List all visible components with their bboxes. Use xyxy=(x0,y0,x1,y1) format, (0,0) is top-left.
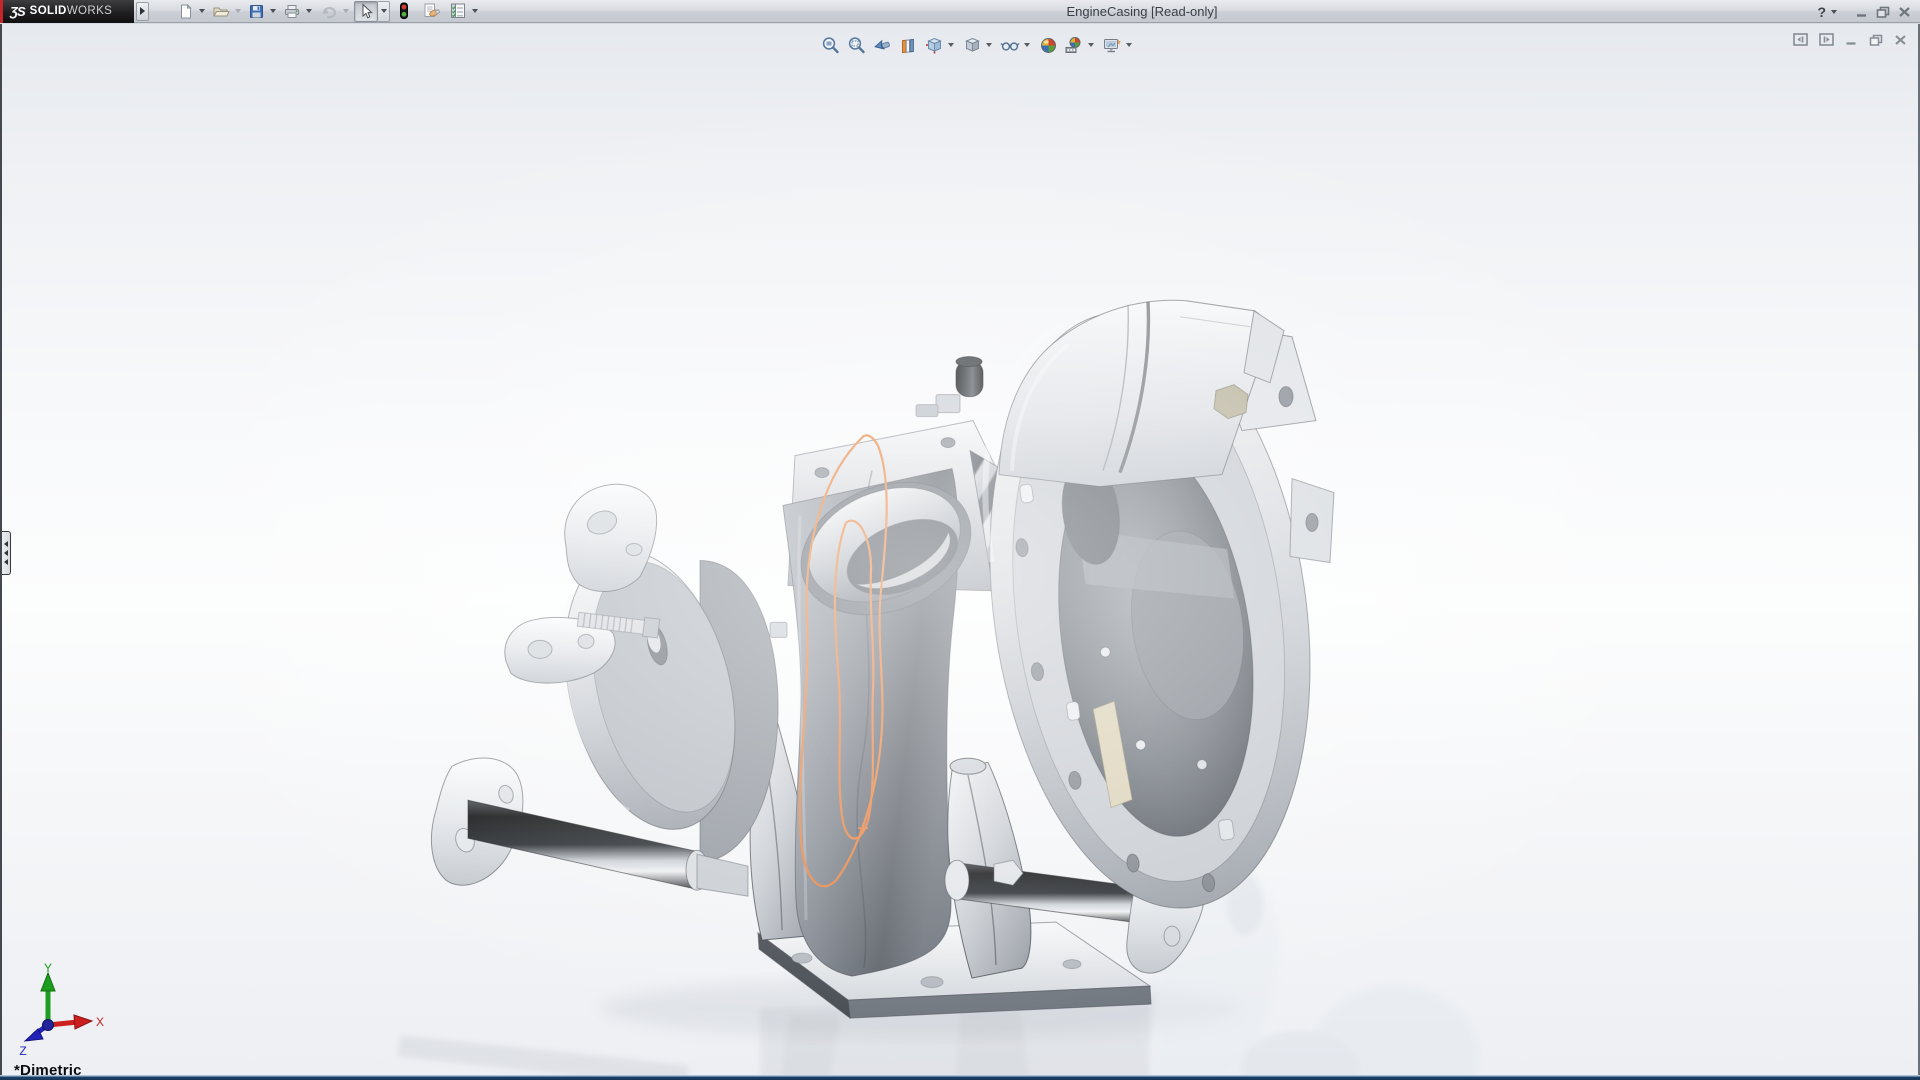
solidworks-window: ƷS SOLID WORKS EngineCasing [Read-only] … xyxy=(0,0,1920,1080)
file-properties-icon xyxy=(424,3,441,17)
previous-view-button[interactable] xyxy=(870,33,894,57)
edit-appearance-button[interactable] xyxy=(1036,33,1060,57)
apply-scene-dropdown-arrow[interactable] xyxy=(1088,43,1094,47)
doc-minimize-button[interactable] xyxy=(1844,33,1859,47)
new-document-icon xyxy=(181,3,192,18)
collapse-left-pane-button[interactable] xyxy=(1792,32,1809,47)
view-orientation-button[interactable] xyxy=(922,33,946,57)
menu-expand-arrow[interactable] xyxy=(136,1,149,21)
zoom-to-fit-icon xyxy=(822,36,839,53)
section-view-icon xyxy=(901,38,914,53)
pane-right-icon xyxy=(1819,33,1834,46)
select-cursor-icon xyxy=(362,2,373,18)
display-style-dropdown-arrow[interactable] xyxy=(986,43,992,47)
options-dropdown-arrow[interactable] xyxy=(472,9,478,13)
help-button[interactable]: ? xyxy=(1816,4,1827,20)
zoom-to-area-button[interactable] xyxy=(844,33,868,57)
restore-button[interactable] xyxy=(1875,5,1891,19)
display-style-button[interactable] xyxy=(960,33,984,57)
feature-tree-collapse-tab[interactable] xyxy=(2,531,11,575)
pane-left-icon xyxy=(1793,33,1808,46)
doc-close-icon xyxy=(1895,34,1906,45)
undo-button[interactable] xyxy=(317,1,340,22)
display-style-icon xyxy=(964,37,980,52)
view-settings-icon xyxy=(1104,38,1121,52)
right-arrow-icon xyxy=(140,7,145,15)
open-folder-icon xyxy=(213,7,230,16)
help-dropdown-arrow[interactable] xyxy=(1831,9,1837,14)
logo-text-light: WORKS xyxy=(66,5,113,17)
new-dropdown-arrow[interactable] xyxy=(199,9,205,13)
new-document-button[interactable] xyxy=(175,1,196,22)
reference-triad: Y X Z xyxy=(19,963,104,1058)
doc-restore-icon xyxy=(1869,34,1883,46)
titlebar-window-controls: ? xyxy=(1816,0,1912,23)
doc-close-button[interactable] xyxy=(1893,33,1908,47)
hide-show-dropdown-arrow[interactable] xyxy=(1024,43,1030,47)
left-arrow-icon xyxy=(4,559,8,565)
triad-x-label: X xyxy=(96,1015,104,1029)
options-checklist-icon xyxy=(451,3,465,18)
zoom-to-area-icon xyxy=(848,36,865,53)
save-floppy-icon xyxy=(250,4,263,18)
left-arrow-icon xyxy=(4,541,8,547)
model-canvas[interactable] xyxy=(2,24,1918,1075)
view-settings-button[interactable] xyxy=(1100,33,1124,57)
close-icon xyxy=(1899,6,1910,17)
solidworks-logo: ƷS SOLID WORKS xyxy=(0,0,134,23)
document-window-controls xyxy=(1792,32,1908,47)
select-dropdown-arrow[interactable] xyxy=(378,0,390,22)
undo-arrow-icon xyxy=(322,6,337,18)
select-button[interactable] xyxy=(354,0,378,22)
view-orientation-dropdown-arrow[interactable] xyxy=(948,43,954,47)
logo-red-stripe xyxy=(0,0,3,23)
print-button[interactable] xyxy=(281,1,303,22)
logo-text-bold: SOLID xyxy=(29,5,67,17)
view-orientation-icon xyxy=(925,37,942,53)
zoom-to-fit-button[interactable] xyxy=(818,33,842,57)
apply-scene-button[interactable] xyxy=(1062,33,1086,57)
expand-right-pane-button[interactable] xyxy=(1818,32,1835,47)
restore-icon xyxy=(1876,6,1890,18)
minimize-icon xyxy=(1857,13,1866,17)
apply-scene-icon xyxy=(1065,36,1081,53)
title-bar: ƷS SOLID WORKS EngineCasing [Read-only] … xyxy=(0,0,1920,23)
standard-toolbar xyxy=(175,0,483,23)
print-dropdown-arrow[interactable] xyxy=(306,9,312,13)
file-properties-button[interactable] xyxy=(420,1,443,22)
window-border-bottom xyxy=(0,1075,1920,1080)
save-button[interactable] xyxy=(246,1,267,22)
window-title: EngineCasing [Read-only] xyxy=(1066,4,1218,19)
previous-view-icon xyxy=(873,39,890,49)
doc-restore-button[interactable] xyxy=(1868,33,1884,47)
logo-mark-icon: ƷS xyxy=(10,3,26,19)
close-button[interactable] xyxy=(1897,5,1912,19)
traffic-light-icon xyxy=(400,2,408,19)
undo-dropdown-arrow[interactable] xyxy=(343,9,349,13)
eyeglasses-icon xyxy=(1000,41,1020,51)
hide-show-items-button[interactable] xyxy=(998,33,1022,57)
left-arrow-icon xyxy=(4,550,8,556)
triad-y-label: Y xyxy=(44,963,52,975)
save-dropdown-arrow[interactable] xyxy=(270,9,276,13)
open-dropdown-arrow[interactable] xyxy=(235,9,241,13)
view-settings-dropdown-arrow[interactable] xyxy=(1126,43,1132,47)
open-button[interactable] xyxy=(210,1,232,22)
section-view-button[interactable] xyxy=(896,33,920,57)
graphics-area[interactable]: Y X Z *Dimetric xyxy=(2,24,1918,1075)
doc-minimize-icon xyxy=(1846,41,1856,45)
minimize-button[interactable] xyxy=(1854,5,1869,19)
view-orientation-label: *Dimetric xyxy=(14,1062,82,1075)
rebuild-button[interactable] xyxy=(396,1,412,22)
heads-up-view-toolbar xyxy=(818,32,1136,58)
options-button[interactable] xyxy=(447,1,469,22)
printer-icon xyxy=(285,4,299,18)
appearance-ball-icon xyxy=(1040,37,1056,53)
triad-z-label: Z xyxy=(19,1044,26,1058)
